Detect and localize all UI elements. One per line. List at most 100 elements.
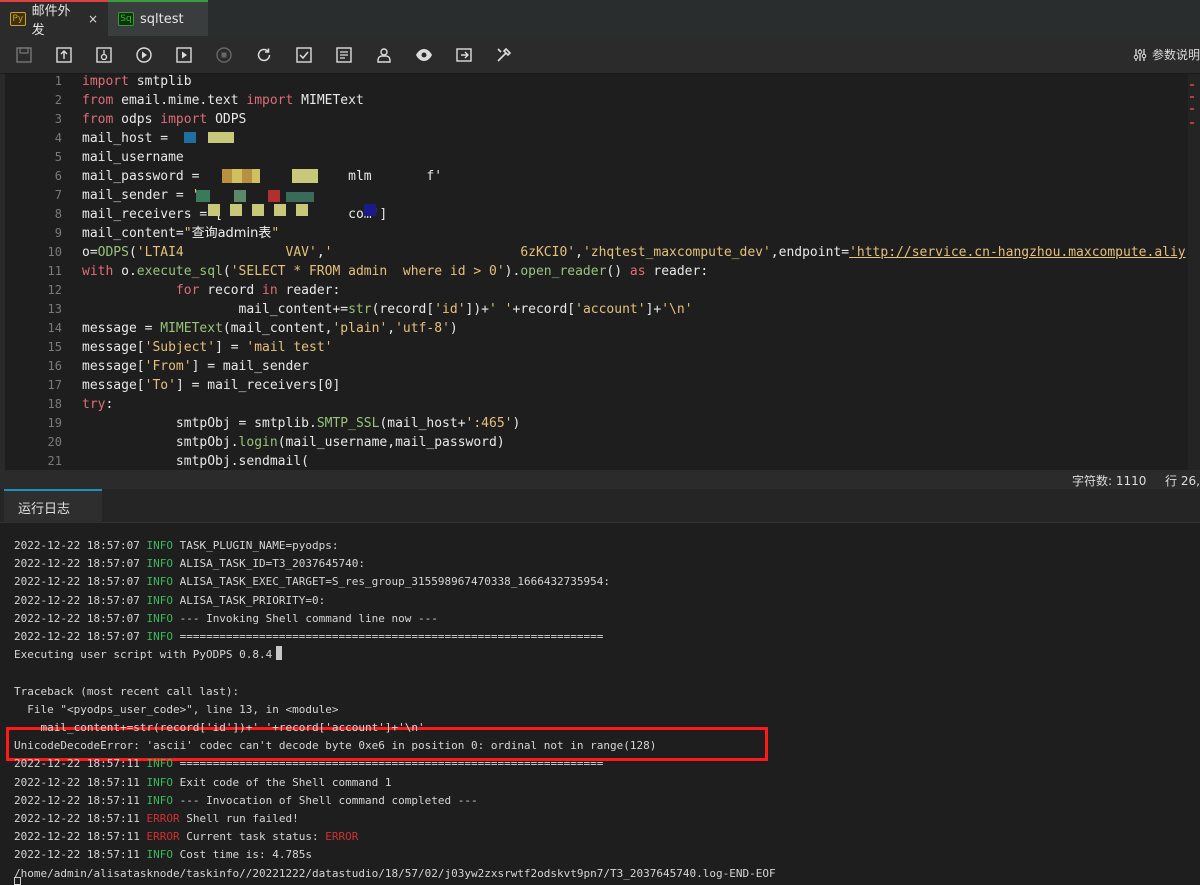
code-token: ). <box>504 264 521 279</box>
line-number: 19 <box>47 416 62 430</box>
line-number: 12 <box>47 283 62 297</box>
code-token: 'account' <box>575 302 646 317</box>
code-token: (mail_content, <box>222 321 333 336</box>
check-icon[interactable] <box>294 45 314 65</box>
line-number: 4 <box>54 131 62 145</box>
code-token: , <box>575 245 583 260</box>
toolbar: 参数说明 <box>0 36 1200 74</box>
tools-icon[interactable] <box>494 45 514 65</box>
editor-scrollbar[interactable] <box>1188 74 1200 470</box>
redaction-mark <box>364 204 376 216</box>
code-token: (record[ <box>371 302 435 317</box>
code-line: 7 mail_sender = ' <box>0 186 1200 205</box>
log-output[interactable]: 2022-12-22 18:57:07 INFO TASK_PLUGIN_NAM… <box>0 523 1200 885</box>
log-line: 2022-12-22 18:57:11 INFO ===============… <box>14 755 603 773</box>
tab-label: 邮件外发 <box>31 4 71 38</box>
redaction-mark <box>268 190 280 202</box>
log-message: UnicodeDecodeError: 'ascii' codec can't … <box>14 739 657 753</box>
line-number: 10 <box>47 245 62 259</box>
deploy-icon[interactable] <box>94 45 114 65</box>
code-token: 'From' <box>144 359 192 374</box>
refresh-icon[interactable] <box>254 45 274 65</box>
code-token: 'Subject' <box>144 340 216 355</box>
log-level: INFO <box>146 848 173 862</box>
code-token: odps <box>113 112 161 127</box>
export-icon[interactable] <box>454 45 474 65</box>
code-text: mail_content+=str(record['id'])+' '+reco… <box>82 300 693 319</box>
log-line: Traceback (most recent call last): <box>14 683 239 701</box>
close-icon[interactable]: × <box>88 12 98 26</box>
log-line: 2022-12-22 18:57:07 INFO TASK_PLUGIN_NAM… <box>14 537 339 555</box>
log-tab-bar: 运行日志 <box>0 489 1200 523</box>
tab-label: sqltest <box>140 11 184 27</box>
code-token: mail_username <box>82 150 184 165</box>
redaction-mark <box>184 132 196 143</box>
code-text: message = MIMEText(mail_content,'plain',… <box>82 319 458 338</box>
log-message: ALISA_TASK_EXEC_TARGET=S_res_group_31559… <box>172 575 611 589</box>
format-icon[interactable] <box>334 45 354 65</box>
tab-run-log[interactable]: 运行日志 <box>4 489 102 523</box>
code-token: ] = mail_sender <box>191 359 309 374</box>
code-text: smtpObj = smtplib.SMTP_SSL(mail_host+':4… <box>82 414 520 433</box>
cursor-position: 行 26, <box>1165 474 1200 488</box>
code-token: reader: <box>645 264 709 279</box>
code-token: 'To' <box>144 378 176 393</box>
log-message: Executing user script with PyODPS 0.8.4 <box>14 648 273 662</box>
code-editor[interactable]: 21 smtpObj.sendmail(20 smtpObj.login(mai… <box>0 74 1200 470</box>
code-token: as <box>629 264 646 279</box>
code-token: from <box>82 112 114 127</box>
code-token: 'mail test' <box>246 340 333 355</box>
line-number: 3 <box>54 112 62 126</box>
python-file-icon: Py <box>10 12 26 26</box>
line-number: 5 <box>54 150 62 164</box>
run-with-params-icon[interactable] <box>174 45 194 65</box>
code-token: ])+ <box>465 302 490 317</box>
code-token: ':465' <box>465 416 513 431</box>
log-line: 2022-12-22 18:57:11 ERROR Current task s… <box>14 828 358 846</box>
code-token: str <box>348 302 372 317</box>
tab-sqltest[interactable]: Sq sqltest <box>108 0 208 36</box>
code-token: mail_content+= <box>82 302 349 317</box>
eye-icon[interactable] <box>414 45 434 65</box>
code-token: 'plain' <box>332 321 388 336</box>
log-line: File "<pyodps_user_code>", line 13, in <… <box>14 701 338 719</box>
params-label: 参数说明 <box>1151 48 1200 62</box>
code-token: 'SELECT * FROM admin where id > 0' <box>230 264 505 279</box>
code-token: 'zhqtest_maxcompute_dev' <box>582 245 771 260</box>
code-line: 16 message['From'] = mail_sender <box>0 357 1200 376</box>
code-token: , <box>316 245 325 260</box>
code-token: 'http://service.cn-hangzhou.maxcompute.a… <box>849 245 1186 260</box>
params-button[interactable]: 参数说明 <box>1132 46 1200 63</box>
code-token: ( <box>222 264 231 279</box>
log-line: /home/admin/alisatasknode/taskinfo//2022… <box>14 865 776 883</box>
redaction-mark <box>222 169 260 183</box>
redaction-mark <box>208 132 234 143</box>
line-number: 15 <box>47 340 62 354</box>
code-token: MIMEText <box>293 93 364 108</box>
upload-icon[interactable] <box>54 45 74 65</box>
code-text: mail_password = mlm f' <box>82 167 442 186</box>
code-token: '\n' <box>661 302 693 317</box>
code-token: smtpObj. <box>82 435 239 450</box>
tab-mail-outbound[interactable]: Py 邮件外发 × <box>0 0 108 38</box>
log-timestamp: 2022-12-22 18:57:11 <box>14 848 147 862</box>
code-token: " <box>271 226 280 241</box>
run-icon[interactable] <box>134 45 154 65</box>
log-level: INFO <box>146 557 173 571</box>
save-icon[interactable] <box>14 45 34 65</box>
code-line: 12 for record in reader: <box>0 281 1200 300</box>
code-token: mail_password = <box>82 169 208 184</box>
person-icon[interactable] <box>374 45 394 65</box>
code-token: ' ' <box>489 302 513 317</box>
code-token: o= <box>82 245 98 260</box>
code-token: mail_sender = <box>82 188 192 203</box>
line-number: 21 <box>47 454 62 468</box>
code-token: ,endpoint= <box>770 245 850 260</box>
redaction-mark <box>292 169 318 183</box>
log-line: 2022-12-22 18:57:07 INFO ALISA_TASK_ID=T… <box>14 555 365 573</box>
code-token: o. <box>113 264 137 279</box>
code-token: 查询admin表 <box>191 226 272 241</box>
